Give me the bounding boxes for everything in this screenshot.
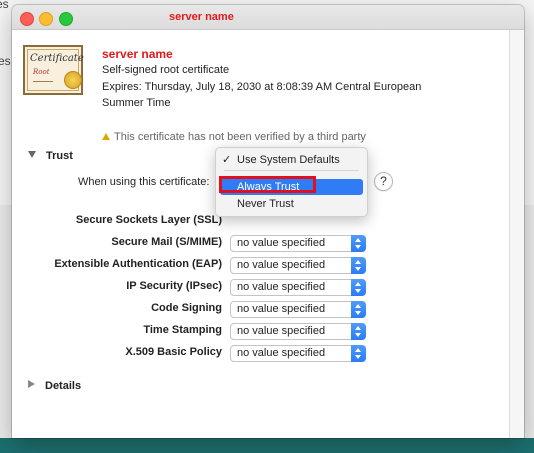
signature-line [33, 81, 53, 82]
menu-item-never-trust[interactable]: Never Trust [216, 196, 367, 212]
menu-item-always-trust[interactable]: Always Trust [220, 179, 363, 195]
certificate-expiry: Expires: Thursday, July 18, 2030 at 8:08… [102, 81, 422, 93]
close-button[interactable] [20, 12, 34, 26]
checkmark-icon: ✓ [222, 154, 232, 166]
eap-value: no value specified [237, 259, 326, 271]
certificate-content: Certificate Root server name Self-signed… [12, 30, 510, 438]
code-signing-label: Code Signing [151, 302, 222, 314]
smime-popup[interactable]: no value specified [230, 235, 366, 252]
x509-label: X.509 Basic Policy [125, 346, 222, 358]
certificate-expiry-cont: Summer Time [102, 97, 171, 109]
menu-item-label: Always Trust [237, 181, 300, 193]
zoom-button[interactable] [59, 12, 73, 26]
certificate-window: server name Certificate Root server name… [12, 5, 524, 438]
time-stamping-value: no value specified [237, 325, 326, 337]
popup-stepper-icon [351, 345, 366, 362]
trust-section-toggle[interactable]: Trust [28, 150, 73, 162]
seal-icon [64, 71, 82, 89]
certificate-kind: Self-signed root certificate [102, 64, 230, 76]
background-window-text: es [0, 54, 11, 68]
disclosure-right-icon [28, 380, 35, 388]
certificate-name: server name [102, 47, 173, 61]
certificate-icon: Certificate Root [23, 45, 84, 95]
popup-stepper-icon [351, 257, 366, 274]
warning-icon [102, 133, 110, 140]
scrollbar-track[interactable] [510, 30, 524, 438]
popup-stepper-icon [351, 235, 366, 252]
code-signing-popup[interactable]: no value specified [230, 301, 366, 318]
details-section-label: Details [45, 380, 82, 392]
eap-popup[interactable]: no value specified [230, 257, 366, 274]
menu-item-use-system-defaults[interactable]: ✓ Use System Defaults [216, 152, 367, 168]
verification-warning-text: This certificate has not been verified b… [114, 131, 366, 143]
time-stamping-popup[interactable]: no value specified [230, 323, 366, 340]
eap-label: Extensible Authentication (EAP) [54, 258, 222, 270]
ipsec-value: no value specified [237, 281, 326, 293]
popup-stepper-icon [351, 279, 366, 296]
trust-dropdown-menu[interactable]: ✓ Use System Defaults Always Trust Never… [215, 147, 368, 217]
code-signing-value: no value specified [237, 303, 326, 315]
time-stamping-label: Time Stamping [143, 324, 222, 336]
background-window-text: es [0, 0, 9, 11]
window-title: server name [169, 11, 234, 23]
certificate-icon-subtext: Root [33, 68, 50, 76]
verification-warning: This certificate has not been verified b… [102, 131, 366, 143]
when-using-label: When using this certificate: [78, 176, 210, 188]
ipsec-label: IP Security (IPsec) [126, 280, 222, 292]
ssl-label: Secure Sockets Layer (SSL) [75, 214, 222, 226]
x509-value: no value specified [237, 347, 326, 359]
minimize-button[interactable] [39, 12, 53, 26]
ipsec-popup[interactable]: no value specified [230, 279, 366, 296]
x509-popup[interactable]: no value specified [230, 345, 366, 362]
menu-item-label: Use System Defaults [237, 154, 340, 166]
menu-separator [224, 170, 359, 171]
popup-stepper-icon [351, 301, 366, 318]
title-bar[interactable]: server name [12, 5, 524, 30]
trust-section-label: Trust [46, 150, 73, 162]
certificate-icon-text: Certificate [30, 53, 84, 64]
disclosure-down-icon [28, 151, 36, 158]
details-section-toggle[interactable]: Details [28, 380, 81, 392]
smime-label: Secure Mail (S/MIME) [111, 236, 222, 248]
popup-stepper-icon [351, 323, 366, 340]
help-button[interactable]: ? [374, 172, 393, 191]
smime-value: no value specified [237, 237, 326, 249]
desktop-dock-strip [0, 438, 534, 453]
menu-item-label: Never Trust [237, 198, 294, 210]
